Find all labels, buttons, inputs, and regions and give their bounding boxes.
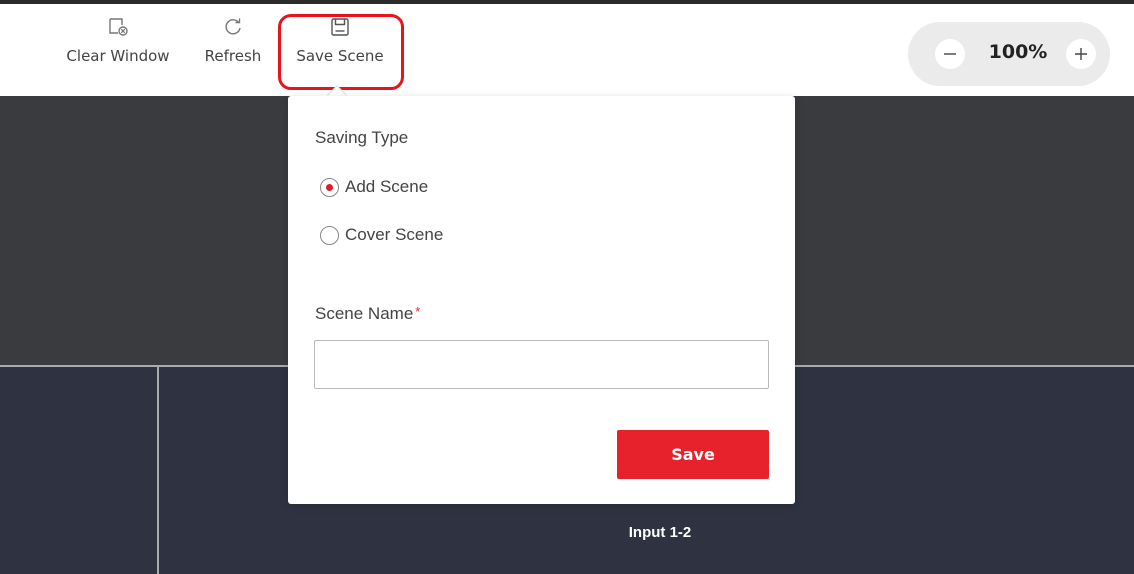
add-scene-radio[interactable]: Add Scene — [320, 177, 428, 197]
refresh-label: Refresh — [204, 47, 262, 65]
radio-selected-icon — [320, 177, 339, 197]
scene-name-input[interactable] — [314, 340, 769, 389]
clear-window-button[interactable]: Clear Window — [54, 16, 182, 65]
radio-unselected-icon — [320, 225, 339, 245]
zoom-level: 100% — [988, 41, 1048, 63]
refresh-icon — [225, 18, 241, 35]
plus-icon — [1075, 48, 1087, 60]
required-asterisk: * — [415, 304, 421, 319]
canvas-vertical-divider — [157, 367, 159, 574]
clear-window-label: Clear Window — [66, 47, 170, 65]
cover-scene-label: Cover Scene — [345, 225, 444, 244]
save-button[interactable]: Save — [617, 430, 769, 479]
input-tile-label: Input 1-2 — [628, 524, 692, 541]
clear-window-icon — [109, 18, 128, 36]
zoom-in-button[interactable] — [1066, 39, 1096, 69]
save-scene-popup: Saving Type Add Scene Cover Scene Scene … — [288, 96, 795, 504]
scene-name-label-row: Scene Name * — [315, 304, 420, 324]
add-scene-label: Add Scene — [345, 177, 429, 196]
zoom-control: 100% — [908, 22, 1110, 86]
zoom-out-button[interactable] — [935, 39, 965, 69]
save-scene-highlight — [278, 14, 404, 90]
minus-icon — [944, 53, 956, 55]
refresh-button[interactable]: Refresh — [198, 16, 268, 65]
saving-type-label: Saving Type — [315, 128, 409, 147]
scene-name-label: Scene Name — [315, 304, 414, 323]
cover-scene-radio[interactable]: Cover Scene — [320, 225, 443, 245]
toolbar: Clear Window Refresh Save Scene 100% — [0, 4, 1134, 96]
